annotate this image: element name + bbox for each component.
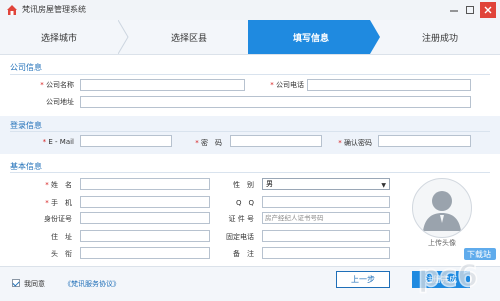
street-label: 头 衔 (51, 250, 72, 258)
confirm-password-input[interactable] (378, 135, 471, 147)
login-section-title: 登录信息 (10, 121, 42, 130)
title-bar: 梵讯房屋管理系统 (0, 0, 500, 21)
user-avatar-icon (423, 191, 461, 231)
password-input[interactable] (230, 135, 322, 147)
company-phone-label: * 公司电话 (270, 81, 304, 89)
note-label: 备 注 (233, 250, 254, 258)
fixed-phone-input[interactable] (262, 230, 390, 242)
agree-checkbox[interactable] (12, 279, 20, 287)
idcard-input[interactable] (80, 212, 210, 224)
gender-label: 性 别 (233, 181, 254, 189)
maximize-button[interactable] (462, 2, 478, 18)
watermark-sub: 下载站 (467, 249, 491, 259)
name-input[interactable] (80, 178, 210, 190)
company-phone-input[interactable] (307, 79, 471, 91)
gender-value: 男 (266, 180, 273, 188)
email-input[interactable] (80, 135, 172, 147)
company-name-label: * 公司名称 (40, 81, 74, 89)
company-address-input[interactable] (80, 96, 471, 108)
company-name-input[interactable] (80, 79, 245, 91)
watermark-text: pc6 (418, 259, 478, 294)
watermark-logo: pc6 下载站 (417, 248, 496, 295)
idcard-label: 身份证号 (44, 215, 72, 223)
address-label: 住 址 (51, 233, 72, 241)
company-address-label: 公司地址 (46, 98, 74, 106)
section-divider (10, 131, 490, 132)
cert-label: 证 件 号 (228, 215, 254, 223)
window-title: 梵讯房屋管理系统 (22, 5, 86, 14)
confirm-password-label: * 确认密码 (338, 139, 372, 147)
gender-select[interactable]: 男 ▼ (262, 178, 390, 190)
email-label: * E - Mail (42, 138, 74, 146)
step-separator-icon (118, 20, 129, 54)
company-section-title: 公司信息 (10, 63, 42, 72)
section-divider (10, 74, 490, 75)
mobile-label: * 手 机 (45, 199, 72, 207)
step-fill-info[interactable]: 填写信息 (248, 20, 380, 54)
close-button[interactable] (480, 2, 496, 18)
section-divider (10, 172, 490, 173)
agree-text: 我同意 (24, 280, 45, 288)
mobile-input[interactable] (80, 196, 210, 208)
step-fill-info-label: 填写信息 (292, 33, 329, 44)
cert-input[interactable]: 房产经纪人证书号码 (262, 212, 390, 224)
prev-button[interactable]: 上一步 (336, 271, 390, 288)
street-input[interactable] (80, 247, 210, 259)
fixed-phone-label: 固定电话 (226, 233, 254, 241)
note-input[interactable] (262, 247, 390, 259)
app-logo-icon (6, 4, 18, 16)
step-register-success[interactable]: 注册成功 (380, 20, 500, 54)
minimize-button[interactable] (446, 2, 462, 18)
chevron-down-icon: ▼ (381, 182, 386, 189)
password-label: * 密 码 (195, 139, 222, 147)
qq-input[interactable] (262, 196, 390, 208)
step-select-city[interactable]: 选择城市 (0, 20, 118, 54)
step-select-district[interactable]: 选择区县 (130, 20, 248, 54)
avatar-upload[interactable] (412, 178, 472, 238)
qq-label: Q Q (235, 199, 254, 207)
agreement-link[interactable]: 《梵讯服务协议》 (64, 279, 120, 289)
address-input[interactable] (80, 230, 210, 242)
wizard-steps: 选择城市 选择区县 填写信息 注册成功 (0, 20, 500, 55)
name-label: * 姓 名 (45, 181, 72, 189)
basic-section-title: 基本信息 (10, 162, 42, 171)
